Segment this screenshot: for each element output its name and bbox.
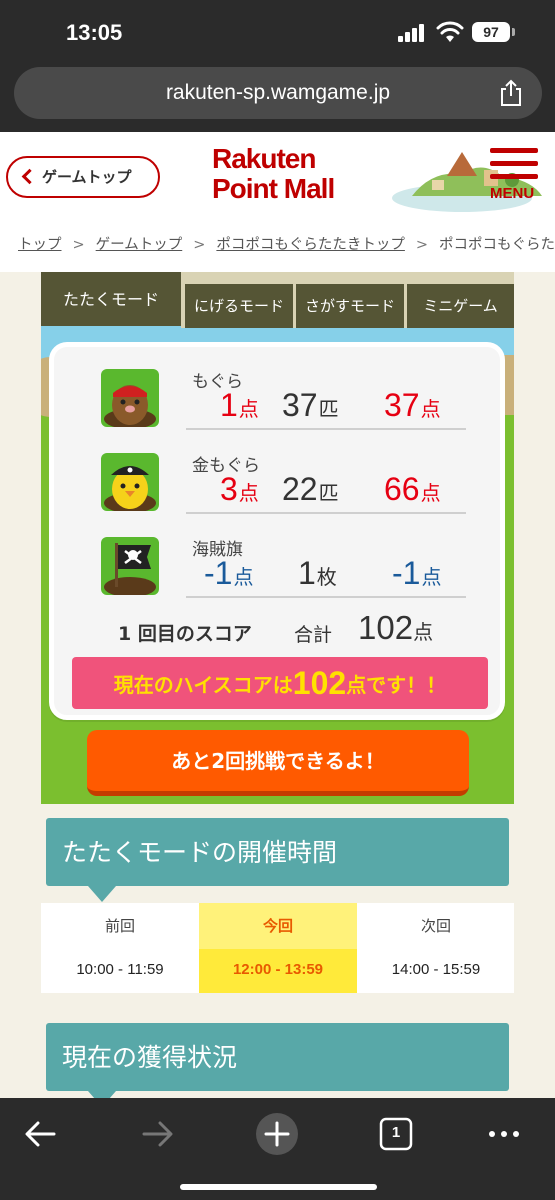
wifi-icon <box>436 21 464 42</box>
breadcrumb-pokopoko-top[interactable]: ポコポコもぐらたたきトップ <box>216 237 405 253</box>
result-points: -1点 <box>204 555 254 591</box>
schedule-table: 前回 10:00 - 11:59 今回 12:00 - 13:59 次回 14:… <box>41 903 514 993</box>
gold-mole-icon <box>101 453 159 511</box>
game-panel: たたくモード にげるモード さがすモード ミニゲーム もぐら 1点 37匹 37… <box>41 272 514 804</box>
menu-label: MENU <box>490 185 535 202</box>
tab-sagasu-mode[interactable]: さがすモード <box>296 284 404 328</box>
schedule-previous: 前回 10:00 - 11:59 <box>76 917 164 978</box>
score-total-label: 合計 <box>294 624 333 646</box>
result-count: 1枚 <box>298 555 337 591</box>
chevron-left-icon <box>21 168 38 185</box>
rakuten-point-mall-logo[interactable]: Rakuten Point Mall <box>212 144 335 204</box>
schedule-next: 次回 14:00 - 15:59 <box>391 917 481 978</box>
game-top-label: ゲームトップ <box>42 168 132 186</box>
divider <box>186 428 466 430</box>
challenge-again-button[interactable]: あと2回挑戦できるよ！ <box>87 730 469 796</box>
menu-button[interactable]: MENU <box>490 148 540 208</box>
tab-mini-game[interactable]: ミニゲーム <box>407 284 514 328</box>
site-header: ゲームトップ Rakuten Point Mall MENU <box>0 132 555 222</box>
divider <box>186 596 466 598</box>
pirate-flag-icon <box>101 537 159 595</box>
new-tab-plus-icon[interactable] <box>253 1110 301 1158</box>
battery-indicator: 97 <box>472 22 515 42</box>
schedule-heading: たたくモードの開催時間 <box>46 818 509 902</box>
result-total: 66点 <box>384 471 441 507</box>
forward-arrow-icon[interactable] <box>134 1110 182 1158</box>
status-bar: 13:05 97 <box>0 0 555 60</box>
clock: 13:05 <box>66 20 123 45</box>
breadcrumb-current: ポコポコもぐらた <box>439 237 555 253</box>
cellular-signal-icon <box>398 24 426 42</box>
breadcrumb-top[interactable]: トップ <box>18 237 62 253</box>
result-card: もぐら 1点 37匹 37点 金もぐら 3点 22匹 66点 海賊旗 -1点 1… <box>49 342 505 720</box>
score-label: 1 回目のスコア <box>118 623 252 645</box>
score-row: 1 回目のスコア 合計 102点 <box>54 607 500 647</box>
tab-tataku-mode[interactable]: たたくモード <box>41 272 181 330</box>
result-count: 22匹 <box>282 471 339 507</box>
browser-toolbar: rakuten-sp.wamgame.jp <box>0 60 555 132</box>
share-icon[interactable] <box>498 79 524 107</box>
result-row-pirate-flag: 海賊旗 -1点 1枚 -1点 <box>54 527 500 607</box>
game-top-button[interactable]: ゲームトップ <box>6 156 160 198</box>
tab-switcher-button[interactable]: 1 <box>372 1110 420 1158</box>
result-total: 37点 <box>384 387 441 423</box>
more-options-icon[interactable] <box>480 1110 528 1158</box>
high-score-banner: 現在のハイスコアは102点です！！ <box>72 657 488 709</box>
mole-icon <box>101 369 159 427</box>
result-count: 37匹 <box>282 387 339 423</box>
tab-count: 1 <box>391 1124 401 1141</box>
home-indicator <box>180 1184 377 1190</box>
current-status-heading: 現在の獲得状況 <box>46 1023 509 1107</box>
divider <box>186 512 466 514</box>
result-row-mole: もぐら 1点 37匹 37点 <box>54 359 500 439</box>
mode-tabs: たたくモード にげるモード さがすモード ミニゲーム <box>41 272 514 330</box>
url-text[interactable]: rakuten-sp.wamgame.jp <box>14 81 542 105</box>
schedule-current: 今回 12:00 - 13:59 <box>199 903 357 993</box>
breadcrumb-game-top[interactable]: ゲームトップ <box>96 237 183 253</box>
result-row-gold-mole: 金もぐら 3点 22匹 66点 <box>54 443 500 523</box>
result-points: 3点 <box>220 471 259 507</box>
back-arrow-icon[interactable] <box>16 1110 64 1158</box>
score-total: 102点 <box>358 609 434 646</box>
tab-nigeru-mode[interactable]: にげるモード <box>185 284 293 328</box>
result-points: 1点 <box>220 387 259 423</box>
breadcrumb: トップ > ゲームトップ > ポコポコもぐらたたきトップ > ポコポコもぐらた <box>0 222 555 272</box>
address-bar[interactable]: rakuten-sp.wamgame.jp <box>14 67 542 119</box>
result-total: -1点 <box>392 555 442 591</box>
